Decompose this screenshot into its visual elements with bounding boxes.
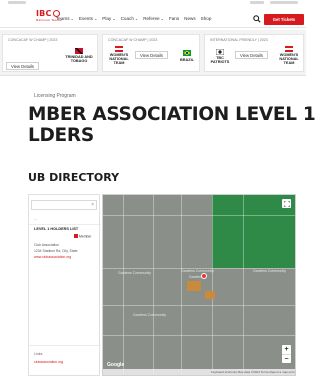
chevron-down-icon: ⌄ (93, 16, 98, 21)
utility-link[interactable] (8, 1, 26, 4)
directory-item-address: 1234 Stadium Rd, City, State (34, 249, 78, 253)
street (103, 305, 295, 306)
site-header: IBC National Teams Teams⌄ Events⌄ Play⌄ … (0, 6, 306, 28)
zoom-out-button[interactable]: − (282, 354, 291, 363)
team-name: WOMEN'S NATIONAL TEAM (109, 53, 129, 65)
team-crest-icon (285, 46, 293, 52)
match-cards-row: CONCACAF W CHAMP | 2023 View Details TRI… (0, 30, 306, 76)
nav-item-coach[interactable]: Coach⌄ (121, 16, 139, 21)
nav-item-fans[interactable]: Fans (169, 16, 179, 21)
map-label: Gardens Community (118, 271, 151, 275)
match-card: CONCACAF W CHAMP | 2023 View Details TRI… (2, 34, 98, 72)
team-b: WOMEN'S NATIONAL TEAM (275, 46, 303, 65)
team-b: TRINIDAD AND TOBAGO (61, 48, 97, 63)
directory-bottom-link[interactable]: clubassociation.org (34, 360, 63, 364)
nav-item-events[interactable]: Events⌄ (79, 16, 97, 21)
street (181, 195, 182, 375)
map-label: Gardens Community (253, 269, 286, 273)
match-meta: CONCACAF W CHAMP | 2023 (108, 38, 158, 42)
utility-link[interactable] (270, 1, 298, 4)
team-name: WOMEN'S NATIONAL TEAM (279, 53, 299, 65)
chevron-down-icon: ⌄ (112, 16, 116, 21)
flag-icon (75, 48, 83, 54)
team-name-2: PATRIOTS (210, 60, 230, 64)
directory-label: ... (34, 217, 37, 221)
chevron-down-icon: ⌄ (160, 16, 164, 21)
fullscreen-icon[interactable] (282, 199, 291, 208)
divider (29, 345, 101, 346)
zoom-control: + − (282, 345, 291, 363)
divider (29, 224, 101, 225)
google-logo: Google (107, 362, 125, 368)
match-card: CONCACAF W CHAMP | 2023 WOMEN'S NATIONAL… (102, 34, 200, 72)
map-attribution[interactable]: Keyboard shortcuts Map data ©2024 Terms … (211, 370, 295, 374)
view-details-button[interactable]: View Details (6, 62, 39, 70)
building-block (205, 291, 215, 299)
nav-item-play[interactable]: Play⌄ (102, 16, 115, 21)
team-crest-icon (216, 49, 224, 55)
logo-text: IBC (36, 9, 52, 18)
match-meta: INTERNATIONAL FRIENDLY | 2023 (210, 38, 268, 42)
section-title: UB DIRECTORY (28, 171, 120, 184)
map-view[interactable]: Gardens Gardens Community Gardens Commun… (102, 194, 296, 376)
map-pin-icon[interactable] (201, 273, 207, 279)
directory-search-input[interactable]: × (31, 200, 97, 210)
team-a: TBC PATRIOTS (209, 49, 231, 64)
directory-panel: × ... LEVEL 1 HOLDERS LIST Member Club A… (28, 194, 101, 376)
nav-item-teams[interactable]: Teams⌄ (56, 16, 74, 21)
directory-item-link[interactable]: www.clubassociation.org (34, 255, 71, 259)
page-title: MBER ASSOCIATION LEVEL 1 LDERS (28, 104, 316, 146)
view-details-button[interactable]: View Details (235, 51, 268, 59)
street (212, 195, 213, 375)
directory-bottom-label: Links (34, 352, 43, 356)
street (123, 195, 124, 375)
directory-item-name[interactable]: LEVEL 1 HOLDERS LIST (34, 227, 78, 231)
page-title-line-2: LDERS (28, 125, 94, 146)
nav-item-referee[interactable]: Referee⌄ (143, 16, 164, 21)
chevron-down-icon: ⌄ (70, 16, 74, 21)
directory-item-line: Club Association (34, 243, 60, 247)
get-tickets-button[interactable]: Get Tickets (264, 14, 304, 25)
member-badge: Member (74, 234, 91, 239)
team-crest-icon (115, 46, 123, 52)
match-card: INTERNATIONAL FRIENDLY | 2023 TBC PATRIO… (204, 34, 304, 72)
view-details-button[interactable]: View Details (135, 51, 168, 59)
zoom-in-button[interactable]: + (282, 345, 291, 354)
street (153, 195, 154, 375)
map-label: Gardens Community (133, 313, 166, 317)
team-a: WOMEN'S NATIONAL TEAM (105, 46, 133, 65)
building-block (187, 281, 201, 291)
map-label: Gardens Community (181, 269, 214, 273)
street (103, 335, 295, 336)
match-meta: CONCACAF W CHAMP | 2023 (8, 38, 58, 42)
map-attribution-bar: Keyboard shortcuts Map data ©2024 Terms … (103, 369, 295, 375)
page-title-line-1: MBER ASSOCIATION LEVEL 1 (28, 104, 316, 125)
search-icon[interactable] (253, 15, 261, 23)
badge-swatch-icon (74, 234, 78, 238)
nav-item-news[interactable]: News (184, 16, 196, 21)
utility-link[interactable] (250, 1, 264, 4)
close-icon[interactable]: × (91, 202, 94, 208)
team-b: BRAZIL (180, 58, 194, 62)
chevron-down-icon: ⌄ (134, 16, 139, 21)
street (103, 215, 295, 216)
street (243, 195, 244, 375)
breadcrumb[interactable]: Licensing Program (34, 93, 76, 99)
main-nav: Teams⌄ Events⌄ Play⌄ Coach⌄ Referee⌄ Fan… (56, 16, 211, 21)
flag-icon (183, 50, 191, 56)
team-name: TRINIDAD AND TOBAGO (65, 55, 93, 63)
nav-item-shop[interactable]: Shop (201, 16, 212, 21)
